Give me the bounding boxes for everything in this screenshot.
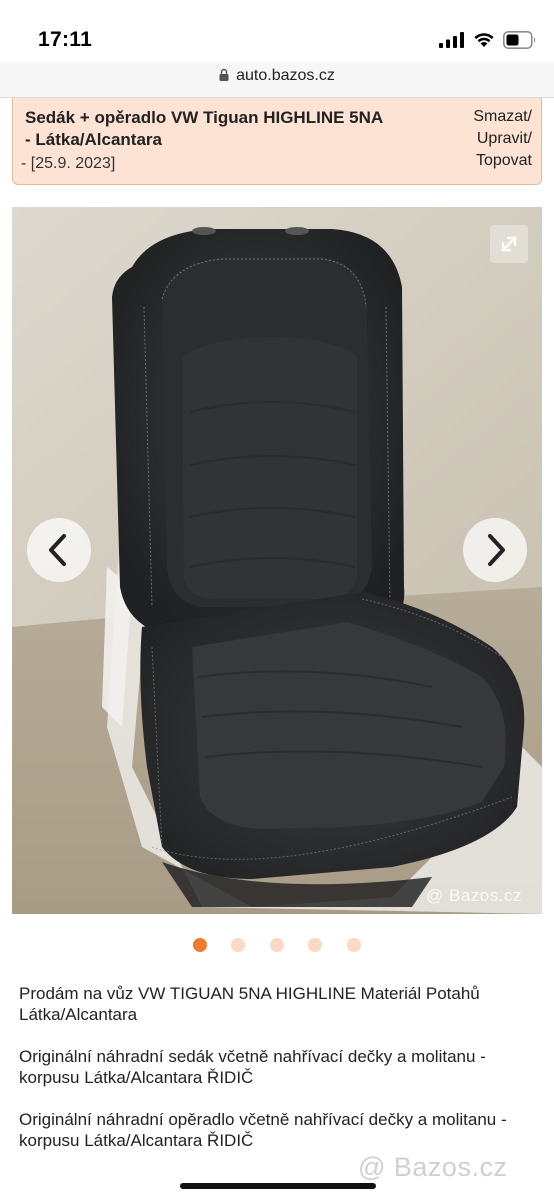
promote-link[interactable]: Topovat [442, 150, 532, 172]
previous-photo-button[interactable] [27, 518, 91, 582]
url-bar[interactable]: auto.bazos.cz [0, 62, 554, 98]
cellular-signal-icon [439, 32, 464, 48]
gallery-pagination [0, 936, 554, 954]
edit-link[interactable]: Upravit/ [442, 128, 532, 150]
fullscreen-button[interactable] [490, 225, 528, 263]
home-indicator[interactable] [180, 1183, 376, 1189]
next-photo-button[interactable] [463, 518, 527, 582]
listing-title: Sedák + opěradlo VW Tiguan HIGHLINE 5NA … [25, 108, 383, 149]
description-paragraph: Prodám na vůz VW TIGUAN 5NA HIGHLINE Mat… [19, 984, 480, 1024]
clock: 17:11 [38, 28, 93, 51]
url-text: auto.bazos.cz [236, 67, 335, 84]
chevron-left-icon [49, 534, 66, 566]
photo-watermark: @ Bazos.cz [426, 886, 522, 905]
listing-header: Sedák + opěradlo VW Tiguan HIGHLINE 5NA … [12, 98, 542, 185]
pagination-dot-5[interactable] [347, 938, 361, 952]
lock-icon [219, 68, 229, 81]
pagination-dot-1[interactable] [193, 938, 207, 952]
listing-date: - [25.9. 2023] [21, 155, 116, 172]
battery-icon [503, 31, 536, 49]
description-paragraph: Originální náhradní opěradlo včetně nahř… [19, 1110, 507, 1150]
status-bar: 17:11 [0, 0, 554, 62]
description-paragraph: Originální náhradní sedák včetně nahříva… [19, 1047, 486, 1087]
pagination-dot-2[interactable] [231, 938, 245, 952]
listing-actions: Smazat/ Upravit/ Topovat [442, 106, 532, 172]
chevron-right-icon [488, 534, 505, 566]
pagination-dot-3[interactable] [270, 938, 284, 952]
photo-gallery[interactable]: @ Bazos.cz [12, 207, 542, 914]
expand-icon [501, 236, 517, 252]
footer-watermark: @ Bazos.cz [358, 1152, 508, 1182]
delete-link[interactable]: Smazat/ [442, 106, 532, 128]
wifi-icon [474, 33, 494, 47]
listing-description: Prodám na vůz VW TIGUAN 5NA HIGHLINE Mat… [19, 983, 539, 1172]
pagination-dot-4[interactable] [308, 938, 322, 952]
